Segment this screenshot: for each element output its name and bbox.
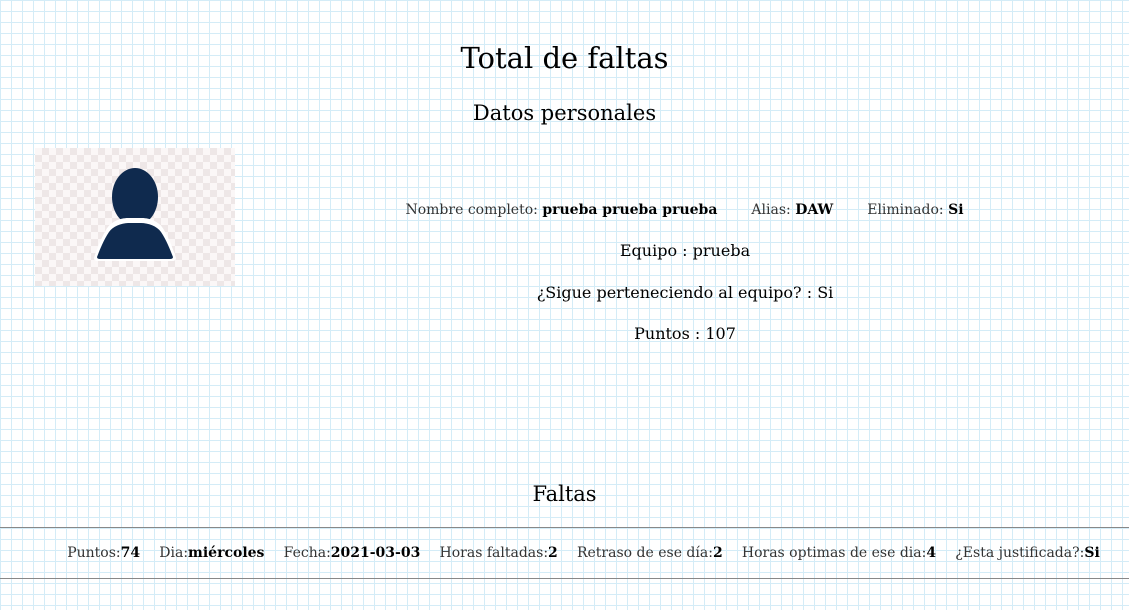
- falta-justificada-label: ¿Esta justificada?:: [955, 545, 1085, 561]
- falta-optimas-value: 4: [926, 545, 937, 561]
- falta-horas-label: Horas faltadas:: [439, 545, 549, 561]
- nombre-completo-field: Nombre completo: prueba prueba prueba: [405, 202, 717, 218]
- falta-retraso-value: 2: [712, 545, 723, 561]
- falta-dia-label: Dia:: [159, 545, 189, 561]
- eliminado-value: Si: [948, 202, 964, 218]
- faltas-heading: Faltas: [532, 482, 597, 506]
- alias-label: Alias:: [751, 202, 791, 218]
- falta-optimas-cell: Horas optimas de ese dia:4: [742, 545, 936, 561]
- eliminado-field: Eliminado: Si: [867, 202, 963, 218]
- page-title: Total de faltas: [460, 41, 669, 75]
- nombre-completo-value: prueba prueba prueba: [542, 202, 718, 218]
- falta-puntos-value: 74: [120, 545, 141, 561]
- falta-justificada-value: Si: [1084, 545, 1100, 561]
- eliminado-label: Eliminado:: [867, 202, 944, 218]
- equipo-text: Equipo : prueba: [619, 241, 751, 260]
- falta-puntos-label: Puntos:: [67, 545, 121, 561]
- falta-retraso-cell: Retraso de ese día:2: [577, 545, 723, 561]
- puntos-total-text: Puntos : 107: [634, 324, 736, 343]
- nombre-completo-label: Nombre completo:: [405, 202, 538, 218]
- falta-dia-value: miércoles: [188, 545, 265, 561]
- falta-fecha-value: 2021-03-03: [330, 545, 421, 561]
- falta-horas-value: 2: [548, 545, 558, 561]
- datos-personales-heading: Datos personales: [472, 101, 657, 125]
- alias-value: DAW: [795, 202, 834, 218]
- alias-field: Alias: DAW: [751, 202, 833, 218]
- falta-retraso-label: Retraso de ese día:: [576, 545, 713, 561]
- table-row: Puntos:74 Dia:miércoles Fecha:2021-03-03…: [0, 527, 1129, 579]
- falta-horas-cell: Horas faltadas:2: [440, 545, 558, 561]
- falta-puntos-cell: Puntos:74: [67, 545, 140, 561]
- falta-optimas-label: Horas optimas de ese dia:: [741, 545, 927, 561]
- falta-fecha-cell: Fecha:2021-03-03: [284, 545, 421, 561]
- falta-fecha-label: Fecha:: [283, 545, 331, 561]
- personal-info-line: Nombre completo: prueba prueba prueba Al…: [0, 202, 1129, 218]
- falta-dia-cell: Dia:miércoles: [159, 545, 264, 561]
- falta-justificada-cell: ¿Esta justificada?:Si: [955, 545, 1099, 561]
- sigue-perteneciendo-text: ¿Sigue perteneciendo al equipo? : Si: [536, 283, 834, 302]
